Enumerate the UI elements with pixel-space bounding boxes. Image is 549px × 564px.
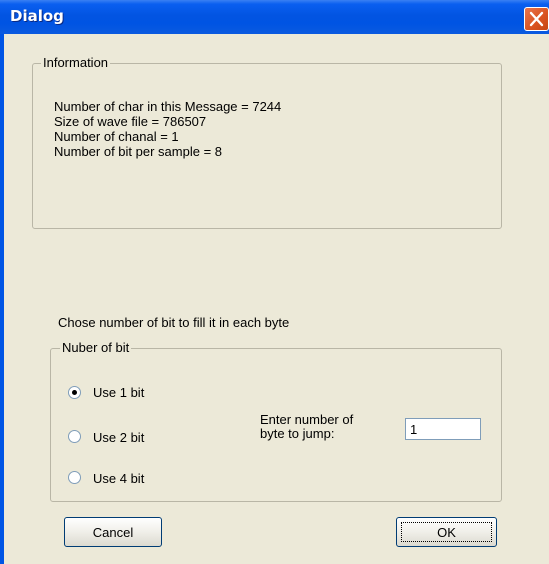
information-legend: Information [41,55,111,70]
close-icon [529,11,544,27]
byte-jump-label: Enter number of byte to jump: [260,412,354,441]
close-button[interactable] [524,7,549,31]
number-of-bit-legend: Nuber of bit [60,340,132,355]
dialog-window: Dialog Information Number of char in thi… [0,0,549,564]
wave-file-size: Size of wave file = 786507 [54,114,207,129]
radio-use-4-bit-label[interactable]: Use 4 bit [93,471,144,486]
focus-outline [401,522,492,542]
title-bar[interactable]: Dialog [0,0,549,34]
channel-count: Number of chanal = 1 [54,129,179,144]
radio-use-1-bit-label[interactable]: Use 1 bit [93,385,144,400]
bits-prompt: Chose number of bit to fill it in each b… [58,315,290,330]
radio-use-1-bit[interactable] [68,386,81,399]
ok-button[interactable]: OK [396,517,497,547]
radio-use-2-bit-label[interactable]: Use 2 bit [93,430,144,445]
radio-use-4-bit[interactable] [68,471,81,484]
radio-use-2-bit[interactable] [68,430,81,443]
cancel-button-label: Cancel [92,524,134,540]
bits-per-sample: Number of bit per sample = 8 [54,144,222,159]
message-char-count: Number of char in this Message = 7244 [54,99,282,114]
byte-jump-input[interactable] [405,418,481,440]
cancel-button[interactable]: Cancel [64,517,162,547]
window-title: Dialog [10,7,64,25]
